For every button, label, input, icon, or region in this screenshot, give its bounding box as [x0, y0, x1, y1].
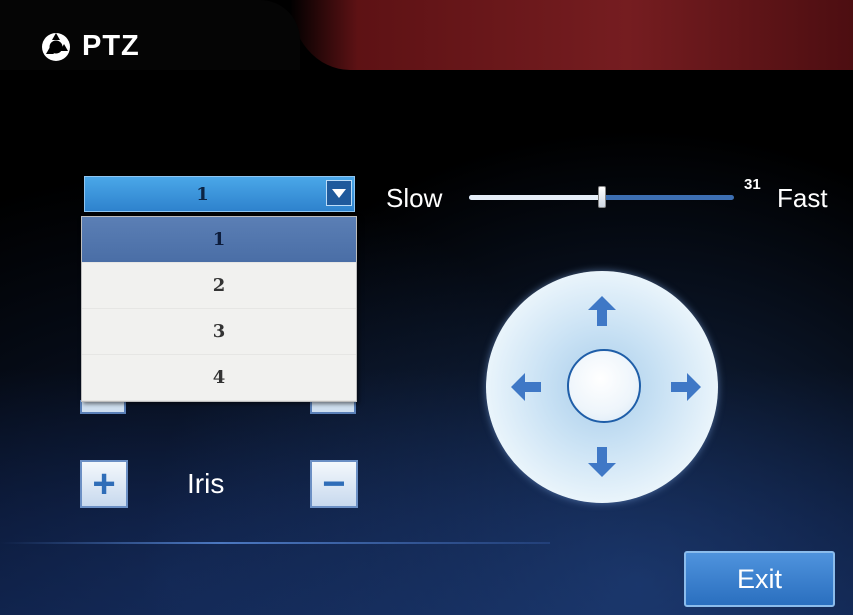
- minus-icon: −: [322, 462, 346, 506]
- iris-plus-button[interactable]: +: [80, 460, 128, 508]
- page-title: PTZ: [82, 30, 140, 62]
- plus-icon: +: [92, 462, 116, 506]
- chevron-down-icon[interactable]: [326, 180, 352, 206]
- ptz-screen: PTZ 1 1 2 3 4 + Iris − Slow 31 Fast Exit: [0, 0, 853, 615]
- iris-label: Iris: [187, 468, 225, 499]
- speed-slider-thumb[interactable]: [597, 186, 606, 208]
- header: PTZ: [40, 30, 140, 63]
- arrow-left-icon[interactable]: [510, 372, 542, 402]
- preset-option-4[interactable]: 4: [82, 355, 356, 401]
- divider: [0, 542, 550, 544]
- preset-select-value: 1: [196, 184, 209, 205]
- speed-value: 31: [744, 176, 761, 193]
- preset-option-2[interactable]: 2: [82, 263, 356, 309]
- arrow-up-icon[interactable]: [587, 295, 617, 327]
- zoom-minus-button[interactable]: [310, 400, 356, 414]
- ptz-logo-icon: [42, 32, 70, 61]
- dpad-center-button[interactable]: [567, 349, 641, 423]
- header-band: [290, 0, 853, 70]
- arrow-down-icon[interactable]: [587, 446, 617, 478]
- preset-option-1[interactable]: 1: [82, 217, 356, 263]
- iris-minus-button[interactable]: −: [310, 460, 358, 508]
- speed-slow-label: Slow: [386, 183, 443, 213]
- preset-option-3[interactable]: 3: [82, 309, 356, 355]
- zoom-plus-button[interactable]: [80, 400, 126, 414]
- speed-fast-label: Fast: [777, 183, 828, 213]
- preset-select[interactable]: 1: [84, 176, 355, 212]
- arrow-right-icon[interactable]: [670, 372, 702, 402]
- exit-button[interactable]: Exit: [684, 551, 835, 607]
- speed-slider-fill: [469, 195, 602, 200]
- preset-dropdown-list: 1 2 3 4: [81, 216, 357, 402]
